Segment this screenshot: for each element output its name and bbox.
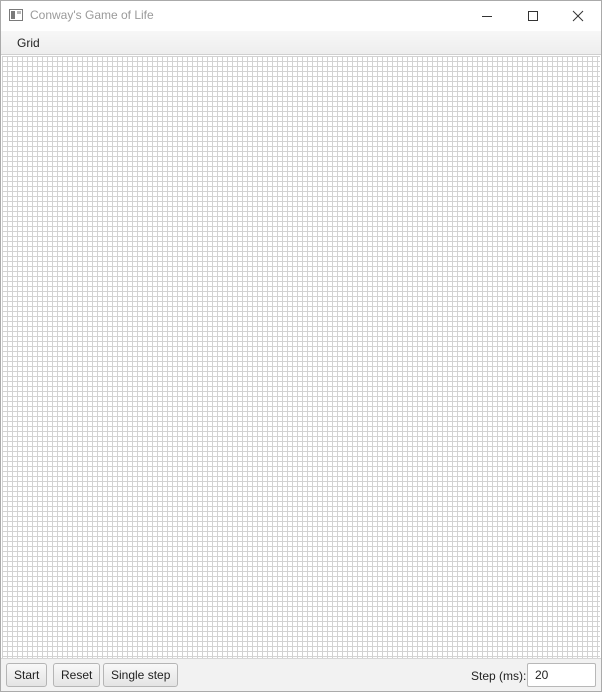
life-grid[interactable] (2, 56, 600, 658)
close-icon (572, 10, 584, 22)
window-app-icon (9, 9, 23, 21)
window-title: Conway's Game of Life (30, 8, 154, 22)
minimize-icon (482, 16, 492, 17)
minimize-button[interactable] (464, 1, 510, 31)
title-bar[interactable]: Conway's Game of Life (1, 1, 601, 31)
bottom-toolbar: Start Reset Single step Step (ms): (1, 658, 601, 691)
reset-button[interactable]: Reset (53, 663, 101, 687)
maximize-button[interactable] (510, 1, 556, 31)
app-window: Conway's Game of Life Grid Start Reset S… (0, 0, 602, 692)
start-button[interactable]: Start (6, 663, 48, 687)
maximize-icon (528, 11, 538, 21)
step-ms-label: Step (ms): (471, 669, 527, 683)
menu-bar: Grid (1, 31, 601, 55)
single-step-button[interactable]: Single step (103, 663, 179, 687)
step-ms-input[interactable] (527, 663, 596, 687)
menu-grid[interactable]: Grid (9, 34, 48, 52)
close-button[interactable] (555, 1, 601, 31)
